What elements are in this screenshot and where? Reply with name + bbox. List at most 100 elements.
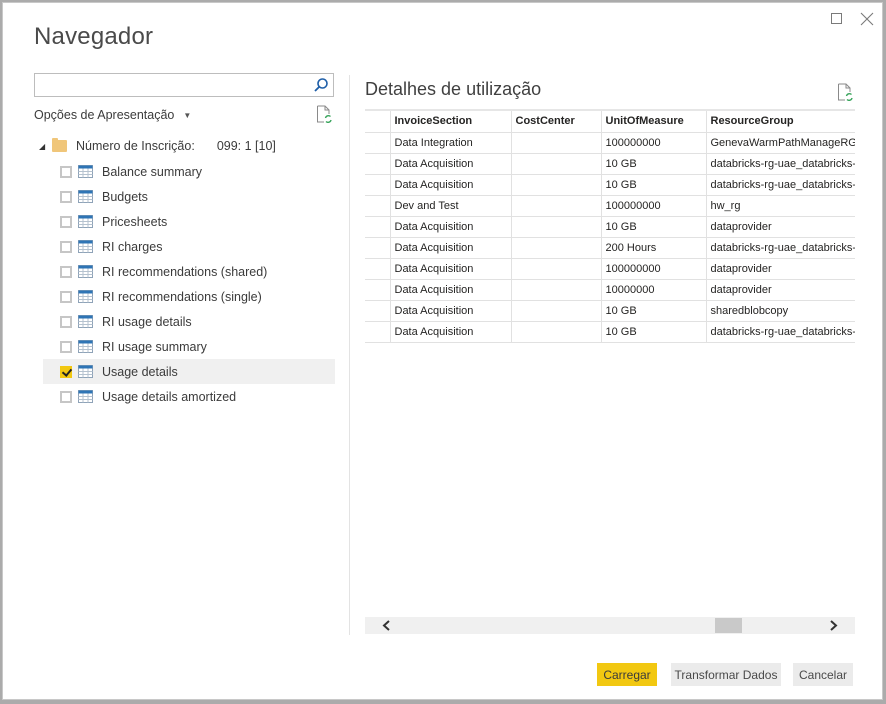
checkbox[interactable] [60, 215, 72, 228]
tree-item-selected[interactable]: Usage details [43, 359, 335, 384]
table-cell [365, 132, 391, 154]
tree-item[interactable]: RI usage details [43, 309, 335, 334]
column-header [365, 109, 391, 133]
tree-item[interactable]: RI charges [43, 234, 335, 259]
column-header[interactable]: UnitOfMeasure [601, 109, 707, 133]
checkbox[interactable] [60, 290, 72, 303]
checkbox[interactable] [60, 315, 72, 328]
table-cell [365, 279, 391, 301]
table-icon [78, 165, 93, 178]
tree-item-label: Pricesheets [102, 214, 168, 229]
tree-item-label: RI charges [102, 239, 163, 254]
table-cell: Dev and Test [390, 195, 512, 217]
table-row: Data Integration 100000000 GenevaWarmPathM… [365, 132, 855, 154]
tree-item[interactable]: RI recommendations (shared) [43, 259, 335, 284]
display-options-dropdown[interactable]: Opções de Apresentação ▼ [34, 108, 191, 122]
table-cell: sharedblobcopy [706, 300, 855, 322]
table-cell: 100000000 [601, 258, 707, 280]
table-cell [365, 174, 391, 196]
column-header[interactable]: InvoiceSection [390, 109, 512, 133]
table-cell: Data Acquisition [390, 300, 512, 322]
refresh-preview-icon[interactable] [837, 83, 853, 101]
display-options-label: Opções de Apresentação [34, 108, 175, 122]
checkbox[interactable] [60, 240, 72, 253]
checkbox[interactable] [60, 190, 72, 203]
table-cell: 10 GB [601, 216, 707, 238]
table-icon [78, 290, 93, 303]
table-icon [78, 215, 93, 228]
table-cell: 10 GB [601, 321, 707, 343]
table-cell [511, 300, 602, 322]
horizontal-scrollbar[interactable] [365, 617, 855, 634]
table-cell: dataprovider [706, 258, 855, 280]
table-icon [78, 190, 93, 203]
table-row: Dev and Test 100000000 hw_rg [365, 195, 855, 217]
load-button[interactable]: Carregar [597, 663, 657, 686]
table-cell [365, 153, 391, 175]
close-button[interactable] [857, 11, 877, 27]
preview-table: InvoiceSection CostCenter UnitOfMeasure … [365, 109, 855, 343]
checkbox[interactable] [60, 165, 72, 178]
table-cell: databricks-rg-uae_databricks- [706, 237, 855, 259]
table-cell: Data Acquisition [390, 216, 512, 238]
checkbox[interactable] [60, 340, 72, 353]
table-cell: Data Acquisition [390, 279, 512, 301]
table-cell [511, 237, 602, 259]
tree-item[interactable]: RI usage summary [43, 334, 335, 359]
checkbox-checked[interactable] [60, 365, 72, 378]
column-header[interactable]: CostCenter [511, 109, 602, 133]
tree-item[interactable]: RI recommendations (single) [43, 284, 335, 309]
tree-item-label: Balance summary [102, 164, 203, 179]
cancel-button[interactable]: Cancelar [793, 663, 853, 686]
tree-item[interactable]: Budgets [43, 184, 335, 209]
tree-item[interactable]: Balance summary [43, 159, 335, 184]
tree-item[interactable]: Pricesheets [43, 209, 335, 234]
scroll-right-icon[interactable] [823, 617, 843, 634]
maximize-button[interactable] [827, 11, 847, 27]
table-cell [511, 174, 602, 196]
table-header-row: InvoiceSection CostCenter UnitOfMeasure … [365, 109, 855, 133]
table-icon [78, 390, 93, 403]
search-box[interactable] [34, 73, 334, 97]
table-cell: hw_rg [706, 195, 855, 217]
table-row: Data Acquisition 10 GB dataprovider [365, 216, 855, 238]
tree-item-label: RI usage details [102, 314, 192, 329]
table-cell [511, 258, 602, 280]
refresh-icon[interactable] [316, 105, 332, 123]
table-cell: 10 GB [601, 300, 707, 322]
tree-item[interactable]: Usage details amortized [43, 384, 335, 409]
tree-item-label: Usage details amortized [102, 389, 237, 404]
tree-item-label: RI usage summary [102, 339, 207, 354]
column-header[interactable]: ResourceGroup [706, 109, 855, 133]
scroll-left-icon[interactable] [377, 617, 397, 634]
table-icon [78, 265, 93, 278]
table-cell: 200 Hours [601, 237, 707, 259]
navigator-dialog: Navegador Opções de Apresentação ▼ ◢ Núm… [2, 2, 883, 700]
table-cell: Data Acquisition [390, 174, 512, 196]
table-row: Data Acquisition 100000000 dataprovider [365, 258, 855, 280]
table-cell: Data Acquisition [390, 237, 512, 259]
table-icon [78, 340, 93, 353]
preview-table-container: InvoiceSection CostCenter UnitOfMeasure … [365, 109, 855, 343]
scrollbar-thumb[interactable] [715, 618, 742, 633]
table-cell [511, 216, 602, 238]
search-input[interactable] [35, 74, 305, 96]
tree-root-label: Número de Inscrição: [76, 139, 195, 153]
table-cell [511, 195, 602, 217]
table-icon [78, 240, 93, 253]
table-row: Data Acquisition 10 GB databricks-rg-uae_d… [365, 321, 855, 343]
checkbox[interactable] [60, 390, 72, 403]
table-cell: dataprovider [706, 279, 855, 301]
checkbox[interactable] [60, 265, 72, 278]
table-cell: databricks-rg-uae_databricks- [706, 174, 855, 196]
table-row: Data Acquisition 10 GB sharedblobcopy [365, 300, 855, 322]
tree-root-id: 099: 1 [10] [216, 139, 276, 153]
table-row: Data Acquisition 10 GB databricks-rg-uae_d… [365, 153, 855, 175]
search-icon[interactable] [313, 77, 329, 93]
expand-triangle-icon[interactable]: ◢ [39, 142, 51, 151]
table-cell [365, 321, 391, 343]
tree-root-node[interactable]: ◢ Número de Inscrição: 099: 1 [10] [39, 137, 276, 155]
pane-divider[interactable] [349, 75, 350, 635]
transform-data-button[interactable]: Transformar Dados [671, 663, 781, 686]
table-cell [511, 321, 602, 343]
